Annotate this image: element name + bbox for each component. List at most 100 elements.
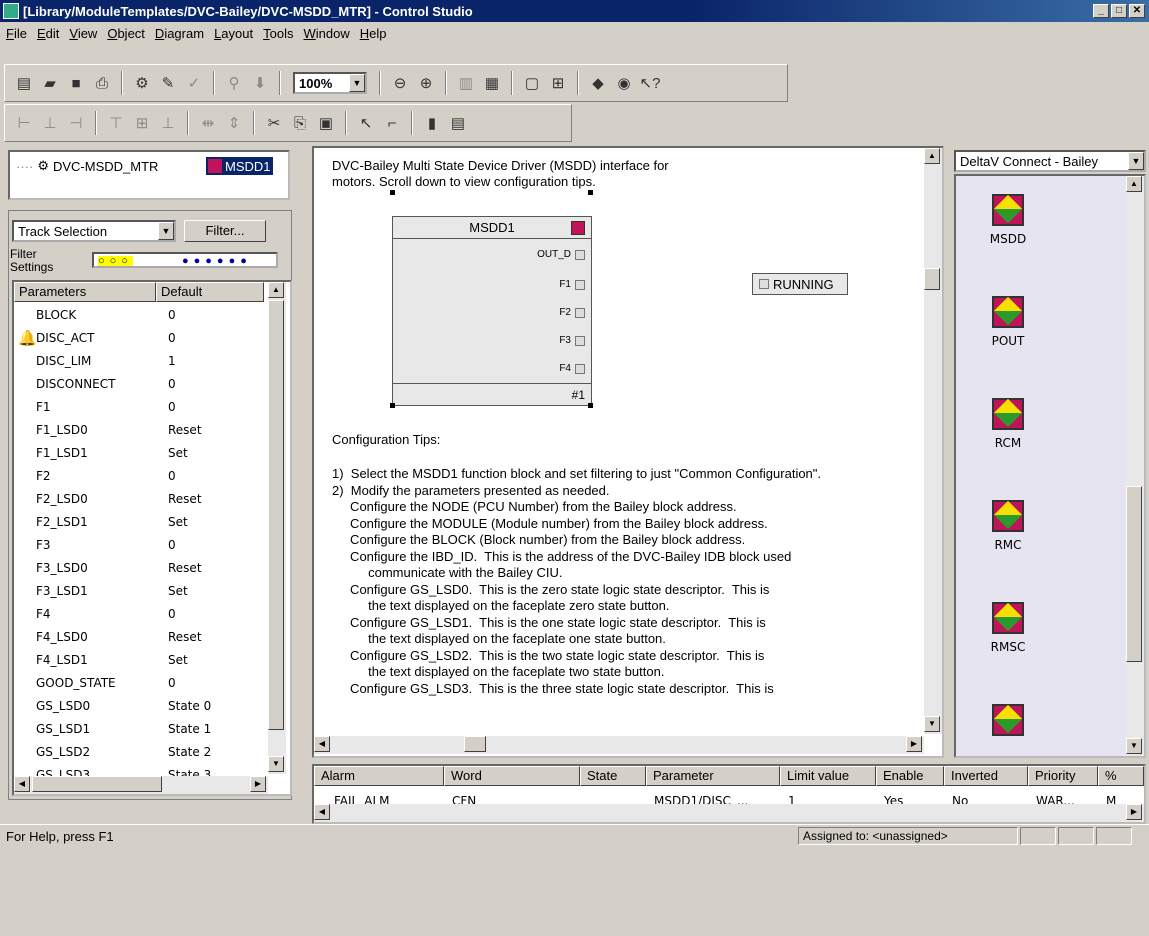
zoom-out-icon[interactable]: ⊖ (389, 72, 411, 94)
palette-item-rcm[interactable]: RCM (978, 398, 1038, 450)
chevron-down-icon[interactable]: ▼ (1128, 152, 1144, 170)
palette-vscrollbar[interactable]: ▲ ▼ (1126, 176, 1144, 756)
palette-item-msdd[interactable]: MSDD (978, 194, 1038, 246)
running-indicator[interactable]: RUNNING (752, 273, 848, 295)
find-icon[interactable]: ⚲ (223, 72, 245, 94)
col-default[interactable]: Default (156, 282, 264, 302)
space-vertical-icon[interactable]: ⇕ (223, 112, 245, 134)
maximize-button[interactable]: □ (1111, 4, 1127, 18)
param-row[interactable]: F3 0 (14, 534, 264, 557)
open-icon[interactable]: ▰ (39, 72, 61, 94)
align-bottom-icon[interactable]: ⊥ (157, 112, 179, 134)
selection-handle[interactable] (390, 190, 395, 195)
copy-icon[interactable]: ⎘ (289, 112, 311, 134)
scroll-up-icon[interactable]: ▲ (1126, 176, 1142, 192)
msdd1-function-block[interactable]: MSDD1 OUT_D F1 F2 F3 F4 #1 (392, 216, 592, 406)
scroll-up-icon[interactable]: ▲ (924, 148, 940, 164)
param-row[interactable]: F2_LSD1 Set (14, 511, 264, 534)
alarm-col-header[interactable]: Limit value (780, 766, 876, 786)
alarm-hscrollbar[interactable]: ◀ ▶ (314, 804, 1144, 822)
arrow-down-icon[interactable]: ⬇ (249, 72, 271, 94)
minimize-button[interactable]: _ (1093, 4, 1109, 18)
port-f3[interactable]: F3 (559, 335, 585, 346)
zoom-in-icon[interactable]: ⊕ (415, 72, 437, 94)
new-icon[interactable]: ▤ (13, 72, 35, 94)
view-active-icon[interactable]: ▦ (481, 72, 503, 94)
print-icon[interactable]: ⎙ (91, 72, 113, 94)
diagram-hscroll-thumb[interactable] (464, 736, 486, 752)
param-row[interactable]: F4 0 (14, 603, 264, 626)
param-row[interactable]: GOOD_STATE 0 (14, 672, 264, 695)
book-icon[interactable]: ◆ (587, 72, 609, 94)
scroll-left-icon[interactable]: ◀ (314, 736, 330, 752)
palette-library-select[interactable]: DeltaV Connect - Bailey ▼ (954, 150, 1146, 172)
scroll-right-icon[interactable]: ▶ (1126, 804, 1142, 820)
menu-help[interactable]: Help (360, 26, 387, 41)
scroll-down-icon[interactable]: ▼ (268, 756, 284, 772)
diagram-vscrollbar[interactable]: ▲ ▼ (924, 148, 942, 734)
menu-tools[interactable]: Tools (263, 26, 293, 41)
param-row[interactable]: F1 0 (14, 396, 264, 419)
alarm-col-header[interactable]: Enable (876, 766, 944, 786)
param-row[interactable]: F2_LSD0 Reset (14, 488, 264, 511)
track-selection-select[interactable]: Track Selection ▼ (12, 220, 176, 242)
param-row[interactable]: GS_LSD0 State 0 (14, 695, 264, 718)
selection-handle[interactable] (390, 403, 395, 408)
param-row[interactable]: F4_LSD1 Set (14, 649, 264, 672)
scroll-left-icon[interactable]: ◀ (14, 776, 30, 792)
chevron-down-icon[interactable]: ▼ (158, 222, 174, 240)
check-icon[interactable]: ✓ (183, 72, 205, 94)
scroll-left-icon[interactable]: ◀ (314, 804, 330, 820)
menu-edit[interactable]: Edit (37, 26, 59, 41)
align-top-icon[interactable]: ⊤ (105, 112, 127, 134)
context-help-icon[interactable]: ↖? (639, 72, 661, 94)
palette-item-pout[interactable]: POUT (978, 296, 1038, 348)
chevron-down-icon[interactable]: ▼ (349, 74, 365, 92)
align-left-icon[interactable]: ⊢ (13, 112, 35, 134)
param-row[interactable]: DISCONNECT 0 (14, 373, 264, 396)
scroll-down-icon[interactable]: ▼ (1126, 738, 1142, 754)
param-row[interactable]: GS_LSD1 State 1 (14, 718, 264, 741)
param-row[interactable]: F3_LSD0 Reset (14, 557, 264, 580)
alarm-col-header[interactable]: Priority (1028, 766, 1098, 786)
diagram-scroll-thumb[interactable] (924, 268, 940, 290)
table-icon[interactable]: ▤ (447, 112, 469, 134)
cut-icon[interactable]: ✂ (263, 112, 285, 134)
connect-icon[interactable]: ⌐ (381, 112, 403, 134)
alarm-col-header[interactable]: Inverted (944, 766, 1028, 786)
alarm-col-header[interactable]: % (1098, 766, 1144, 786)
param-row[interactable]: F4_LSD0 Reset (14, 626, 264, 649)
menu-view[interactable]: View (69, 26, 97, 41)
param-row[interactable]: F1_LSD0 Reset (14, 419, 264, 442)
menu-file[interactable]: File (6, 26, 27, 41)
space-horizontal-icon[interactable]: ⇹ (197, 112, 219, 134)
param-vscrollbar[interactable]: ▲ ▼ (268, 282, 286, 774)
sheet-icon[interactable]: ▢ (521, 72, 543, 94)
palette-scroll-thumb[interactable] (1126, 486, 1142, 662)
param-row[interactable]: 🔔 DISC_ACT 0 (14, 327, 264, 350)
align-middle-icon[interactable]: ⊞ (131, 112, 153, 134)
scroll-down-icon[interactable]: ▼ (924, 716, 940, 732)
tree-block[interactable]: MSDD1 (206, 157, 273, 175)
param-row[interactable]: F1_LSD1 Set (14, 442, 264, 465)
port-out-d[interactable]: OUT_D (537, 249, 585, 260)
port-f2[interactable]: F2 (559, 307, 585, 318)
palette-item-rmsc[interactable]: RMSC (978, 602, 1038, 654)
zoom-select[interactable]: 100% ▼ (293, 72, 367, 94)
scroll-up-icon[interactable]: ▲ (268, 282, 284, 298)
save-icon[interactable]: ■ (65, 72, 87, 94)
palette-item-rmc[interactable]: RMC (978, 500, 1038, 552)
diagram-hscrollbar[interactable]: ◀ ▶ (314, 736, 924, 754)
param-row[interactable]: GS_LSD2 State 2 (14, 741, 264, 764)
chip-icon[interactable]: ⊞ (547, 72, 569, 94)
close-button[interactable]: ✕ (1129, 4, 1145, 18)
filter-settings-bar[interactable]: ○○○ ●●●●●● (92, 252, 278, 268)
menu-diagram[interactable]: Diagram (155, 26, 204, 41)
download-icon[interactable]: ✎ (157, 72, 179, 94)
scroll-right-icon[interactable]: ▶ (906, 736, 922, 752)
assign-icon[interactable]: ⚙ (131, 72, 153, 94)
alarm-col-header[interactable]: State (580, 766, 646, 786)
alarm-col-header[interactable]: Alarm (314, 766, 444, 786)
help-topics-icon[interactable]: ◉ (613, 72, 635, 94)
port-f4[interactable]: F4 (559, 363, 585, 374)
